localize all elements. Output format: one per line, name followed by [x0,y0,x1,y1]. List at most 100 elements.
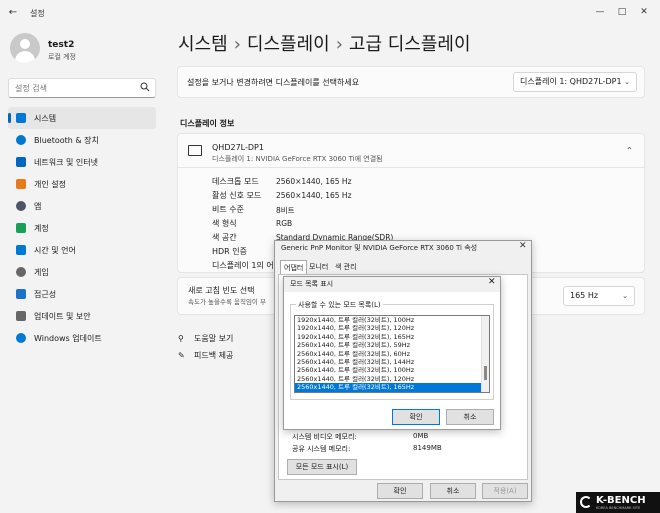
search-box[interactable] [8,78,156,98]
accessibility-icon [16,289,26,299]
refresh-rate-title: 새로 고침 빈도 선택 [188,286,255,295]
close-icon[interactable]: ✕ [519,241,527,251]
sidebar-item-label: Windows 업데이트 [34,333,102,343]
monitor-icon [188,145,202,156]
sidebar-item-label: Bluetooth & 장치 [34,135,99,145]
memory-value: 0MB [413,432,429,440]
chevron-right-icon: › [335,34,343,55]
sidebar-item-9[interactable]: 업데이트 및 보안 [8,305,156,327]
sidebar-item-7[interactable]: 게임 [8,261,156,283]
help-link[interactable]: ⚲ 도움말 보기 [178,333,233,344]
sidebar-item-label: 앱 [34,201,42,211]
tab-color-management[interactable]: 색 관리 [332,260,360,274]
scrollbar[interactable] [481,316,489,392]
spec-label[interactable]: 디스플레이 1의 어 [212,260,274,271]
tab-adapter[interactable]: 어댑터 [280,260,308,274]
sidebar-item-label: 게임 [34,267,49,277]
mode-listbox[interactable]: 1920x1440, 트루 컬러(32비트), 100Hz 1920x1440, … [294,315,490,393]
spec-label: 활성 신호 모드 [212,191,262,200]
app-title: 설정 [30,9,45,18]
kbench-brand: K-BENCH [596,495,646,506]
mode-list-item[interactable]: 2560x1440, 트루 컬러(32비트), 165Hz [295,383,489,392]
shield-icon [16,311,26,321]
mode-list-group-label: 사용할 수 있는 모드 목록(L) [296,300,383,310]
sidebar-item-4[interactable]: 앱 [8,195,156,217]
sidebar-item-3[interactable]: 개인 설정 [8,173,156,195]
display-select-value: 디스플레이 1: QHD27L-DP1 [520,77,622,86]
apply-button: 적용(A) [482,483,528,499]
chevron-down-icon: ⌄ [624,78,630,86]
scrollbar-thumb[interactable] [484,366,487,380]
kbench-tagline: KOREA BENCHMARK SITE [596,506,641,510]
mode-list-item[interactable]: 2560x1440, 트루 컬러(32비트), 120Hz [295,375,489,383]
spec-value: 8비트 [276,206,295,215]
kbench-logo: K-BENCH KOREA BENCHMARK SITE [576,492,660,513]
tab-monitor[interactable]: 모니터 [306,260,331,274]
sidebar-item-2[interactable]: 네트워크 및 인터넷 [8,151,156,173]
minimize-icon[interactable]: — [590,4,610,20]
sidebar-item-1[interactable]: Bluetooth & 장치 [8,129,156,151]
feedback-link[interactable]: ✎ 피드백 제공 [178,350,233,361]
sidebar-item-8[interactable]: 접근성 [8,283,156,305]
spec-value: 2560×1440, 165 Hz [276,191,352,200]
modes-ok-button[interactable]: 확인 [392,409,440,425]
user-name: test2 [48,40,75,50]
sidebar-item-label: 계정 [34,223,49,233]
mode-list-item[interactable]: 2560x1440, 트루 컬러(32비트), 100Hz [295,366,489,374]
close-icon[interactable]: ✕ [634,4,654,20]
windows-update-icon [16,333,26,343]
user-account-type: 로컬 계정 [48,53,76,61]
search-input[interactable] [9,79,129,97]
apps-icon [16,201,26,211]
display-select-prompt: 설정을 보거나 변경하려면 디스플레이를 선택하세요 [187,78,360,87]
maximize-icon[interactable]: □ [612,4,632,20]
chevron-down-icon: ⌄ [622,292,628,300]
account-icon [16,223,26,233]
spec-label: 색 공간 [212,233,237,242]
sidebar-item-6[interactable]: 시간 및 언어 [8,239,156,261]
mode-list-item[interactable]: 1920x1440, 트루 컬러(32비트), 120Hz [295,324,489,332]
sidebar-item-10[interactable]: Windows 업데이트 [8,327,156,349]
properties-dialog-title: Generic PnP Monitor 및 NVIDIA GeForce RTX… [281,244,478,252]
spec-value: 2560×1440, 165 Hz [276,177,352,186]
sidebar-nav: 시스템 Bluetooth & 장치네트워크 및 인터넷개인 설정앱계정시간 및 … [8,107,156,349]
sidebar-item-label: 개인 설정 [34,179,66,189]
sidebar-item-5[interactable]: 계정 [8,217,156,239]
refresh-rate-subtitle: 속도가 높을수록 움직임이 부 [188,298,266,306]
breadcrumb-system[interactable]: 시스템 [178,34,228,55]
spec-label: 데스크톱 모드 [212,177,259,186]
sidebar-item-label: 접근성 [34,289,57,299]
refresh-rate-dropdown[interactable]: 165 Hz ⌄ [563,286,635,306]
modes-cancel-button[interactable]: 취소 [446,409,494,425]
gamepad-icon [16,267,26,277]
memory-label: 시스템 비디오 메모리: [292,433,357,441]
chevron-up-icon[interactable]: ⌃ [626,146,633,155]
refresh-rate-value: 165 Hz [570,291,599,300]
back-arrow-icon[interactable]: ← [6,6,20,20]
sidebar-item-label: 업데이트 및 보안 [34,311,91,321]
spec-label: HDR 인증 [212,247,247,256]
breadcrumb-display[interactable]: 디스플레이 [247,34,330,55]
list-all-modes-button[interactable]: 모든 모드 표시(L) [287,459,357,475]
breadcrumb-advanced-display: 고급 디스플레이 [348,34,471,55]
spec-label: 비트 수준 [212,205,244,214]
chevron-right-icon: › [233,34,241,55]
section-title: 디스플레이 정보 [180,119,235,128]
cancel-button[interactable]: 취소 [430,483,476,499]
spec-value: RGB [276,219,293,228]
spec-label: 색 형식 [212,219,237,228]
breadcrumb: 시스템 › 디스플레이 › 고급 디스플레이 [178,30,471,56]
close-icon[interactable]: ✕ [488,277,496,287]
feedback-label: 피드백 제공 [194,351,234,360]
sidebar-item-label: 시간 및 언어 [34,245,76,255]
help-icon: ⚲ [178,334,184,343]
memory-value: 8149MB [413,444,442,452]
mode-list-item[interactable]: 1920x1440, 트루 컬러(32비트), 165Hz [295,333,489,341]
sidebar-item-0[interactable]: 시스템 [8,107,156,129]
avatar[interactable] [10,33,40,63]
ok-button[interactable]: 확인 [377,483,423,499]
sidebar-item-label: 시스템 [34,113,57,123]
mode-list-item[interactable]: 2560x1440, 트루 컬러(32비트), 59Hz [295,341,489,349]
display-select-dropdown[interactable]: 디스플레이 1: QHD27L-DP1 ⌄ [513,72,637,92]
mode-list-item[interactable]: 2560x1440, 트루 컬러(32비트), 60Hz [295,350,489,358]
